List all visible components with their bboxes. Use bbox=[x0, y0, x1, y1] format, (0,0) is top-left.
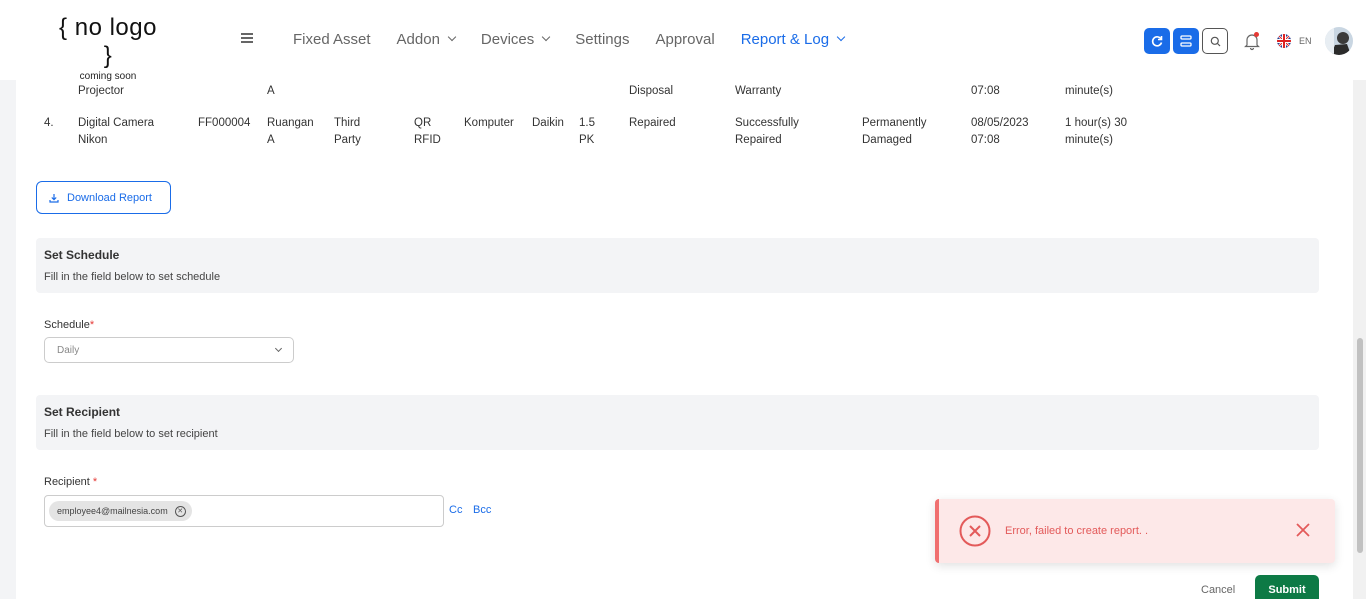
cell-category: Komputer bbox=[464, 117, 514, 129]
download-icon bbox=[49, 193, 59, 203]
nav-label: Devices bbox=[480, 31, 535, 48]
cell-code: FF000004 bbox=[198, 117, 251, 129]
error-icon bbox=[959, 515, 991, 547]
cell-name: Projector bbox=[78, 85, 125, 97]
cell-status: Repaired bbox=[629, 117, 676, 129]
main-nav: Fixed Asset Addon Devices Settings Appro… bbox=[293, 31, 870, 48]
nav-label: Report & Log bbox=[740, 31, 830, 48]
notification-dot bbox=[1254, 32, 1259, 37]
cell-duration: minute(s) bbox=[1065, 85, 1113, 97]
submit-button[interactable]: Submit bbox=[1255, 575, 1319, 599]
cancel-button[interactable]: Cancel bbox=[1201, 584, 1235, 596]
chevron-down-icon bbox=[836, 32, 846, 42]
cell-status: Disposal bbox=[629, 85, 674, 97]
scroll-thumb[interactable] bbox=[1357, 338, 1363, 553]
language-label[interactable]: EN bbox=[1299, 36, 1312, 46]
close-icon[interactable] bbox=[1296, 523, 1310, 537]
nav-report-log[interactable]: Report & Log bbox=[740, 31, 846, 48]
toast-message: Error, failed to create report. . bbox=[1005, 525, 1149, 537]
chevron-down-icon bbox=[447, 32, 457, 42]
nav-label: Approval bbox=[655, 31, 715, 48]
chevron-down-icon bbox=[542, 32, 551, 42]
notification-button[interactable] bbox=[1243, 31, 1261, 51]
error-toast: Error, failed to create report. . bbox=[935, 499, 1335, 563]
cell-capacity: 1.5 PK bbox=[579, 117, 595, 146]
section-title: Set Recipient bbox=[44, 405, 121, 419]
menu-icon[interactable] bbox=[241, 33, 253, 43]
cell-brand: Daikin bbox=[532, 117, 564, 129]
download-report-button[interactable]: Download Report bbox=[36, 181, 171, 214]
schedule-label: Schedule* bbox=[44, 319, 94, 331]
avatar[interactable] bbox=[1324, 27, 1353, 55]
recipient-section: Set Recipient Fill in the field below to… bbox=[36, 395, 1319, 450]
scrollbar[interactable] bbox=[1353, 80, 1366, 599]
schedule-select[interactable]: Daily bbox=[44, 337, 294, 363]
refresh-icon bbox=[1151, 36, 1163, 47]
cell-vendor: Third Party bbox=[334, 117, 361, 146]
cell-number: 4. bbox=[44, 117, 54, 129]
cell-condition: Warranty bbox=[735, 85, 782, 97]
recipient-chip: employee4@mailnesia.com ✕ bbox=[49, 501, 192, 521]
cc-link[interactable]: Cc bbox=[449, 504, 462, 516]
cell-reason: Permanently Damaged bbox=[862, 117, 927, 146]
cell-time: 07:08 bbox=[971, 85, 1000, 97]
nav-devices[interactable]: Devices bbox=[480, 31, 551, 48]
remove-chip-icon[interactable]: ✕ bbox=[174, 505, 186, 517]
section-title: Set Schedule bbox=[44, 248, 120, 262]
required-mark: * bbox=[92, 476, 98, 488]
uk-flag-icon[interactable] bbox=[1277, 34, 1291, 48]
nav-approval[interactable]: Approval bbox=[655, 31, 714, 48]
cell-location: Ruangan A bbox=[267, 117, 314, 146]
search-icon bbox=[1210, 36, 1220, 46]
select-value: Daily bbox=[57, 344, 80, 356]
download-label: Download Report bbox=[67, 191, 152, 204]
nav-settings[interactable]: Settings bbox=[575, 31, 629, 48]
recipient-label: Recipient * bbox=[44, 476, 97, 488]
nav-label: Fixed Asset bbox=[293, 31, 371, 48]
search-button[interactable] bbox=[1202, 28, 1228, 54]
recipient-input[interactable]: employee4@mailnesia.com ✕ bbox=[44, 495, 444, 527]
cell-name: Digital Camera Nikon bbox=[78, 117, 155, 146]
chevron-down-icon bbox=[274, 344, 283, 353]
required-mark: * bbox=[89, 319, 95, 331]
logo-subtext: coming soon bbox=[79, 71, 137, 82]
list-icon bbox=[1180, 35, 1192, 47]
cell-duration: 1 hour(s) 30 minute(s) bbox=[1065, 117, 1128, 146]
toolbar-icons: EN bbox=[1144, 27, 1353, 55]
logo[interactable]: { no logo } coming soon bbox=[56, 14, 160, 82]
cell-time: 08/05/2023 07:08 bbox=[971, 117, 1029, 146]
cell-tag: QR RFID bbox=[414, 117, 441, 146]
label-text: Recipient bbox=[44, 476, 90, 488]
schedule-section: Set Schedule Fill in the field below to … bbox=[36, 238, 1319, 293]
chip-label: employee4@mailnesia.com bbox=[57, 506, 168, 516]
top-bar: { no logo } coming soon Fixed Asset Addo… bbox=[0, 0, 1366, 82]
nav-fixed-asset[interactable]: Fixed Asset bbox=[293, 31, 371, 48]
section-subtitle: Fill in the field below to set schedule bbox=[44, 271, 221, 283]
nav-label: Settings bbox=[575, 31, 630, 48]
cell-location: A bbox=[267, 85, 275, 97]
sync-button[interactable] bbox=[1144, 28, 1170, 54]
bcc-link[interactable]: Bcc bbox=[473, 504, 491, 516]
logo-text: { no logo } bbox=[59, 14, 157, 69]
nav-label: Addon bbox=[396, 31, 440, 48]
section-subtitle: Fill in the field below to set recipient bbox=[44, 428, 218, 440]
list-button[interactable] bbox=[1173, 28, 1199, 54]
nav-addon[interactable]: Addon bbox=[396, 31, 457, 48]
cell-condition: Successfully Repaired bbox=[735, 117, 799, 146]
label-text: Schedule bbox=[44, 319, 90, 331]
